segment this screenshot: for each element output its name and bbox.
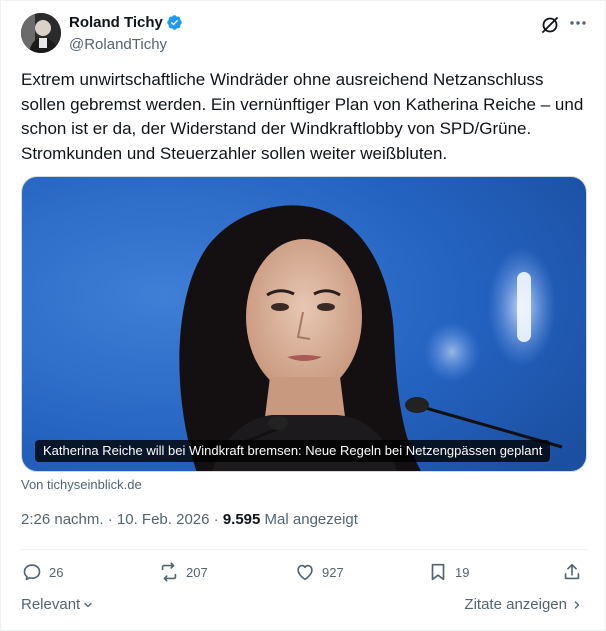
tweet-date[interactable]: 10. Feb. 2026	[117, 511, 210, 528]
author-display-name[interactable]: Roland Tichy	[69, 14, 163, 31]
grok-icon[interactable]	[540, 15, 560, 35]
tweet-meta: 2:26 nachm. · 10. Feb. 2026 · 9.595 Mal …	[21, 511, 358, 528]
verified-badge-icon	[166, 14, 183, 31]
tweet-time[interactable]: 2:26 nachm.	[21, 511, 104, 528]
bookmark-button[interactable]: 19	[427, 561, 469, 583]
meta-separator: ·	[213, 511, 219, 528]
sort-label: Relevant	[21, 596, 81, 613]
media-caption: Katherina Reiche will bei Windkraft brem…	[35, 440, 551, 462]
bookmark-icon	[431, 563, 445, 581]
author-name-row[interactable]: Roland Tichy	[69, 14, 183, 31]
views-count: 9.595	[222, 511, 261, 528]
divider	[21, 549, 587, 550]
bookmark-count: 19	[455, 564, 470, 580]
meta-separator: ·	[107, 511, 113, 528]
view-quotes-link[interactable]: Zitate anzeigen	[464, 596, 583, 613]
action-bar: 26 207 927 19	[21, 561, 587, 585]
tweet-detail-card: Roland Tichy @RolandTichy Extrem unwirts…	[0, 0, 606, 631]
reply-icon	[23, 564, 41, 581]
article-image	[22, 177, 586, 471]
like-button[interactable]: 927	[294, 561, 344, 583]
link-preview-card[interactable]: Katherina Reiche will bei Windkraft brem…	[21, 176, 587, 472]
views-label: Mal angezeigt	[264, 511, 358, 528]
reply-count: 26	[49, 564, 64, 580]
tweet-text: Extrem unwirtschaftliche Windräder ohne …	[21, 70, 584, 163]
chevron-right-icon	[574, 600, 580, 609]
reply-sort-dropdown[interactable]: Relevant	[21, 596, 94, 613]
repost-button[interactable]: 207	[158, 561, 208, 583]
author-avatar[interactable]	[21, 13, 61, 53]
repost-count: 207	[186, 564, 208, 580]
heart-icon	[297, 564, 313, 581]
repost-icon	[161, 562, 177, 582]
reply-button[interactable]: 26	[21, 561, 63, 583]
like-count: 927	[322, 564, 344, 580]
author-handle[interactable]: @RolandTichy	[69, 36, 167, 53]
chevron-down-icon	[84, 602, 92, 607]
share-button[interactable]	[561, 561, 583, 583]
more-options-icon[interactable]	[568, 13, 588, 33]
quotes-label: Zitate anzeigen	[464, 596, 567, 613]
link-source[interactable]: Von tichyseinblick.de	[21, 477, 142, 492]
share-icon	[564, 563, 580, 580]
